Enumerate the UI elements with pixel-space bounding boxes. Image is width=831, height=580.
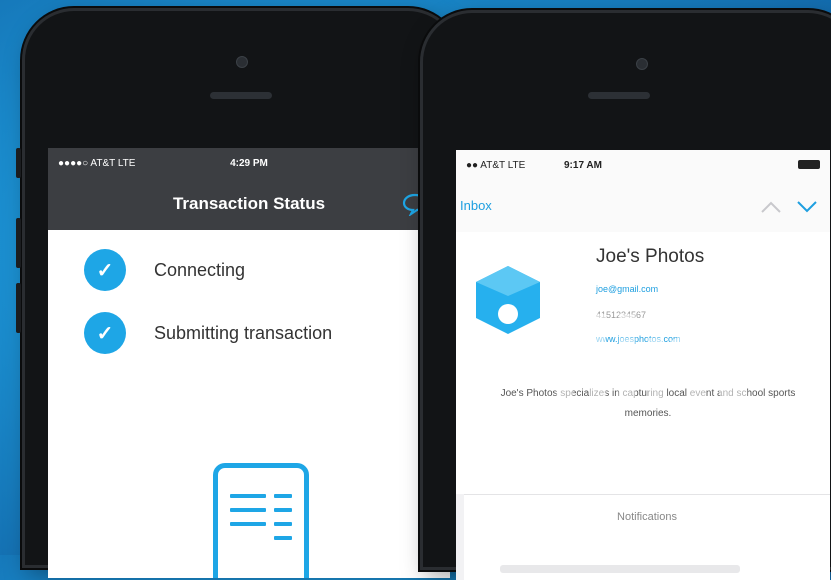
step-label: Connecting [154,259,246,280]
mute-switch [16,148,21,178]
watermark: flint [545,293,749,427]
volume-up-button [16,218,21,268]
step-connecting: ✓ Connecting [84,249,245,291]
earpiece-speaker [210,92,272,99]
check-icon: ✓ [84,249,126,291]
nav-bar: Inbox [456,180,830,233]
notifications-title: Notifications [617,511,677,523]
status-bar: ●● AT&T LTE 9:17 AM [456,150,830,180]
step-label: Submitting transaction [154,322,333,343]
front-camera [236,56,248,68]
inbox-back-link[interactable]: Inbox [460,198,492,213]
status-time: 9:17 AM [564,159,602,171]
status-bar: ●●●●○ AT&T LTE 4:29 PM [48,148,450,178]
camera-logo-icon [476,266,540,334]
contact-name: Joe's Photos [596,246,705,267]
status-time: 4:29 PM [230,157,268,169]
document-icon [213,463,309,578]
volume-down-button [16,283,21,333]
battery-icon [798,160,820,169]
notification-row[interactable] [500,565,740,573]
chevron-up-icon[interactable] [760,200,782,214]
phone-left: ●●●●○ AT&T LTE 4:29 PM Transaction Statu… [16,8,460,578]
step-submitting: ✓ Submitting transaction [84,312,332,354]
earpiece-speaker [588,92,650,99]
transaction-screen: ●●●●○ AT&T LTE 4:29 PM Transaction Statu… [48,148,450,578]
chevron-down-icon[interactable] [796,200,818,214]
page-title: Transaction Status [172,194,326,213]
notifications-panel: Notifications [464,494,830,580]
nav-bar: Transaction Status [48,178,450,230]
phone-right: ●● AT&T LTE 9:17 AM Inbox Joe's Photos j… [420,10,831,580]
front-camera [636,58,648,70]
check-icon: ✓ [84,312,126,354]
